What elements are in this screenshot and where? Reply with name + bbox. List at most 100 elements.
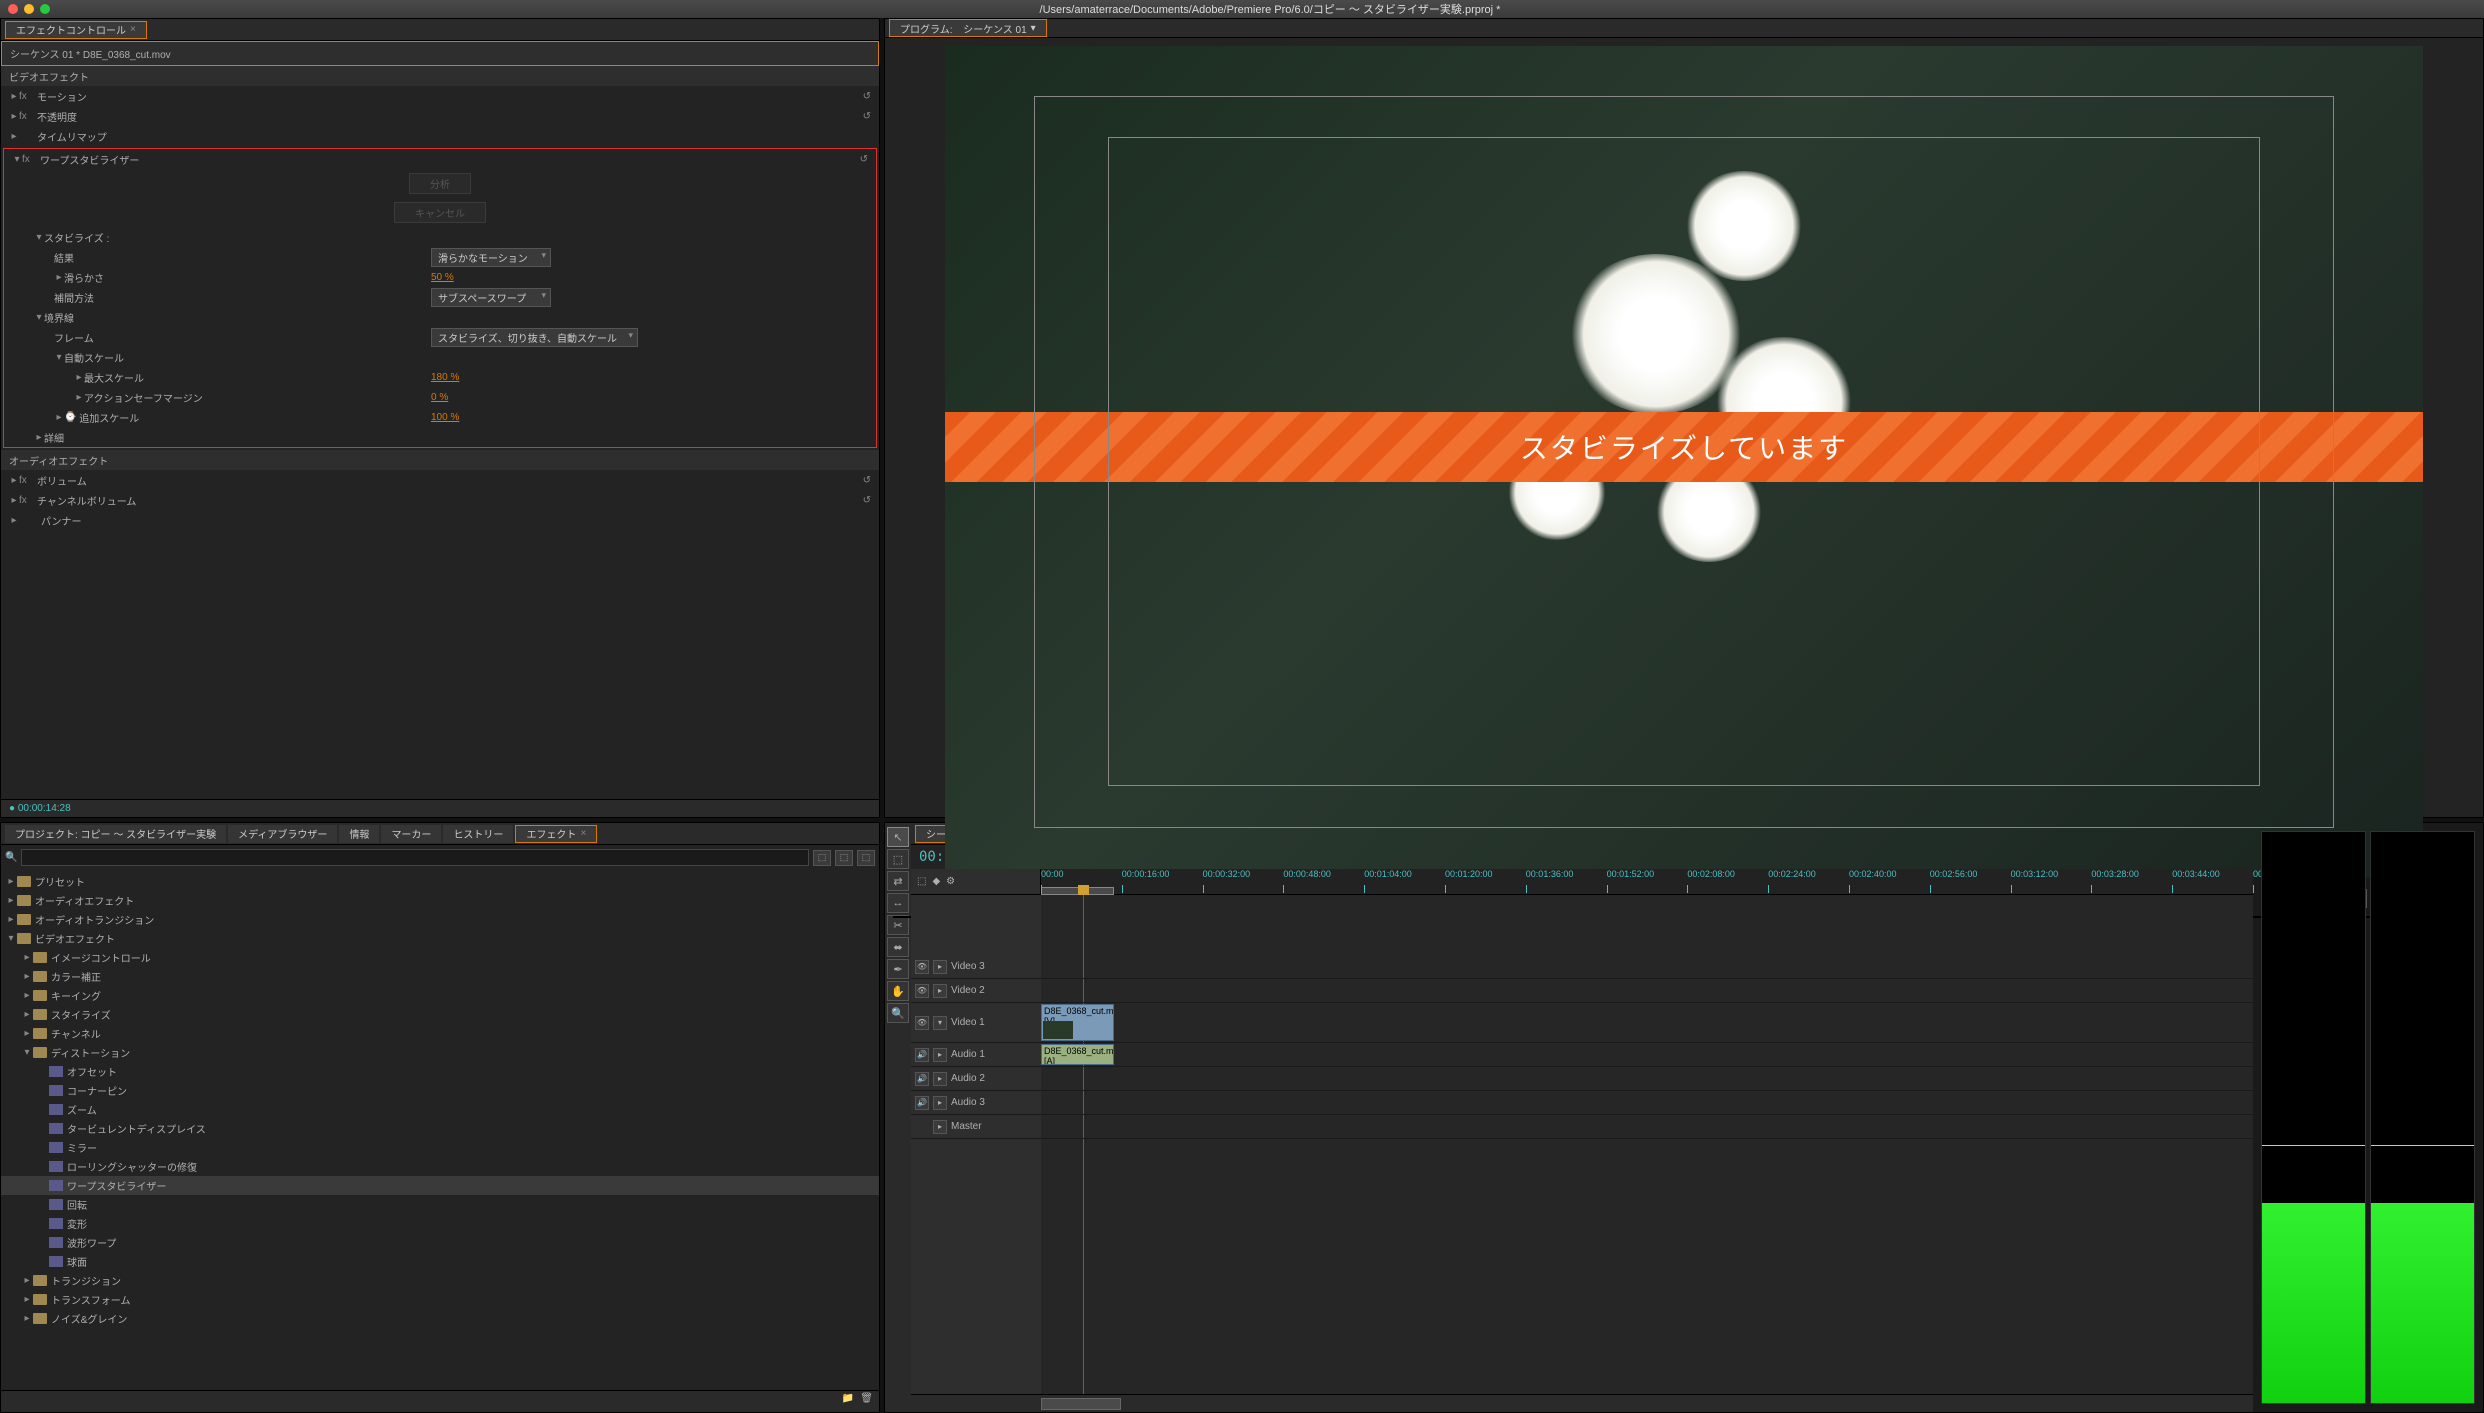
speaker-icon[interactable]: 🔊	[915, 1048, 929, 1062]
track-head-v3[interactable]: 👁▸Video 3	[911, 955, 1041, 979]
lane-a3[interactable]	[1041, 1091, 2253, 1115]
video-clip[interactable]: D8E_0368_cut.mov [V]	[1041, 1004, 1114, 1041]
track-head-a1[interactable]: 🔊▸Audio 1	[911, 1043, 1041, 1067]
track-head-a2[interactable]: 🔊▸Audio 2	[911, 1067, 1041, 1091]
result-dropdown[interactable]: 滑らかなモーション	[431, 248, 551, 267]
tree-item[interactable]: ▸ノイズ&グレイン	[1, 1309, 879, 1328]
addscale-value[interactable]: 100 %	[431, 412, 459, 423]
lane-a1[interactable]: D8E_0368_cut.mov [A]	[1041, 1043, 2253, 1067]
tree-item[interactable]: ワープスタビライザー	[1, 1176, 879, 1195]
frame-dropdown[interactable]: スタビライズ、切り抜き、自動スケール	[431, 328, 638, 347]
timeline-zoom-scrollbar[interactable]	[1041, 1398, 1121, 1410]
zoom-window-button[interactable]	[40, 4, 50, 14]
method-dropdown[interactable]: サブスペースワープ	[431, 288, 551, 307]
safemargin-value[interactable]: 0 %	[431, 392, 448, 403]
lane-master[interactable]	[1041, 1115, 2253, 1139]
fx-badge-1-icon[interactable]: ⬚	[813, 850, 831, 866]
timeline-content[interactable]: D8E_0368_cut.mov [V] D8E_0368_cut.mov [A…	[1041, 895, 2253, 1394]
tab-0[interactable]: プロジェクト: コピー 〜 スタビライザー実験	[5, 825, 226, 843]
pen-tool[interactable]: ✒	[887, 959, 909, 979]
tree-item[interactable]: ▸キーイング	[1, 986, 879, 1005]
tree-item[interactable]: ▸トランジション	[1, 1271, 879, 1290]
tab-3[interactable]: マーカー	[381, 825, 441, 843]
tab-program[interactable]: プログラム: シーケンス 01 ▾	[889, 19, 1047, 37]
cancel-button[interactable]: キャンセル	[394, 202, 486, 223]
hand-tool[interactable]: ✋	[887, 981, 909, 1001]
tree-item[interactable]: ▸カラー補正	[1, 967, 879, 986]
tree-item[interactable]: ▸オーディオトランジション	[1, 910, 879, 929]
settings-icon[interactable]: ⚙	[946, 876, 955, 887]
tree-item[interactable]: 変形	[1, 1214, 879, 1233]
panner-effect[interactable]: ▸パンナー	[1, 510, 879, 530]
tab-effect-controls[interactable]: エフェクトコントロール×	[5, 21, 147, 39]
tree-item[interactable]: ローリングシャッターの修復	[1, 1157, 879, 1176]
audio-clip[interactable]: D8E_0368_cut.mov [A]	[1041, 1044, 1114, 1065]
tree-item[interactable]: ▸イメージコントロール	[1, 948, 879, 967]
lane-v3[interactable]	[1041, 955, 2253, 979]
track-head-master[interactable]: ▸Master	[911, 1115, 1041, 1139]
tab-5[interactable]: エフェクト ×	[515, 825, 597, 843]
tree-item[interactable]: ▸オーディオエフェクト	[1, 891, 879, 910]
maxscale-value[interactable]: 180 %	[431, 372, 459, 383]
effects-search-input[interactable]	[21, 849, 809, 866]
detail-section[interactable]: ▸詳細	[4, 427, 876, 447]
eye-icon[interactable]: 👁	[915, 1016, 929, 1030]
tab-4[interactable]: ヒストリー	[443, 825, 513, 843]
tree-item[interactable]: ズーム	[1, 1100, 879, 1119]
tree-item[interactable]: タービュレントディスプレイス	[1, 1119, 879, 1138]
track-select-tool[interactable]: ⬚	[887, 849, 909, 869]
warp-stabilizer-effect[interactable]: ▾fxワープスタビライザー↺	[4, 149, 876, 169]
fx-badge-2-icon[interactable]: ⬚	[835, 850, 853, 866]
minimize-window-button[interactable]	[24, 4, 34, 14]
new-bin-icon[interactable]: 📁	[842, 1393, 854, 1410]
tree-item[interactable]: コーナーピン	[1, 1081, 879, 1100]
track-head-v2[interactable]: 👁▸Video 2	[911, 979, 1041, 1003]
reset-icon[interactable]: ↺	[863, 495, 871, 506]
reset-icon[interactable]: ↺	[863, 111, 871, 122]
tree-item[interactable]: オフセット	[1, 1062, 879, 1081]
reset-icon[interactable]: ↺	[860, 154, 868, 165]
program-monitor-view[interactable]: スタビライズしています	[945, 46, 2423, 877]
ec-timecode[interactable]: ● 00:00:14:28	[1, 799, 879, 817]
autoscale-section[interactable]: ▾自動スケール	[4, 347, 876, 367]
eye-icon[interactable]: 👁	[915, 984, 929, 998]
tree-item[interactable]: ▸プリセット	[1, 872, 879, 891]
tree-item[interactable]: ▸トランスフォーム	[1, 1290, 879, 1309]
tree-item[interactable]: ▸スタイライズ	[1, 1005, 879, 1024]
marker-icon[interactable]: ◆	[932, 876, 940, 887]
reset-icon[interactable]: ↺	[863, 475, 871, 486]
tree-item[interactable]: ミラー	[1, 1138, 879, 1157]
eye-icon[interactable]: 👁	[915, 960, 929, 974]
opacity-effect[interactable]: ▸fx不透明度↺	[1, 106, 879, 126]
tree-item[interactable]: 回転	[1, 1195, 879, 1214]
speaker-icon[interactable]: 🔊	[915, 1096, 929, 1110]
tab-2[interactable]: 情報	[339, 825, 379, 843]
stabilize-section[interactable]: ▾スタビライズ :	[4, 227, 876, 247]
border-section[interactable]: ▾境界線	[4, 307, 876, 327]
reset-icon[interactable]: ↺	[863, 91, 871, 102]
timeremap-effect[interactable]: ▸タイムリマップ	[1, 126, 879, 146]
close-icon[interactable]: ×	[130, 24, 136, 35]
trash-icon[interactable]: 🗑	[860, 1393, 873, 1410]
motion-effect[interactable]: ▸fxモーション↺	[1, 86, 879, 106]
speaker-icon[interactable]: 🔊	[915, 1072, 929, 1086]
smoothness-value[interactable]: 50 %	[431, 272, 454, 283]
lane-v1[interactable]: D8E_0368_cut.mov [V]	[1041, 1003, 2253, 1043]
close-window-button[interactable]	[8, 4, 18, 14]
snap-icon[interactable]: ⬚	[917, 876, 926, 887]
tree-item[interactable]: ▸チャンネル	[1, 1024, 879, 1043]
lane-a2[interactable]	[1041, 1067, 2253, 1091]
slip-tool[interactable]: ⬌	[887, 937, 909, 957]
zoom-tool[interactable]: 🔍	[887, 1003, 909, 1023]
volume-effect[interactable]: ▸fxボリューム↺	[1, 470, 879, 490]
rate-stretch-tool[interactable]: ↔	[887, 893, 909, 913]
selection-tool[interactable]: ↖	[887, 827, 909, 847]
track-head-v1[interactable]: 👁▾Video 1	[911, 1003, 1041, 1043]
tree-item[interactable]: 球面	[1, 1252, 879, 1271]
tree-item[interactable]: ▾ビデオエフェクト	[1, 929, 879, 948]
tree-item[interactable]: 波形ワープ	[1, 1233, 879, 1252]
effects-tree[interactable]: ▸プリセット▸オーディオエフェクト▸オーディオトランジション▾ビデオエフェクト▸…	[1, 870, 879, 1390]
ripple-edit-tool[interactable]: ⇄	[887, 871, 909, 891]
track-head-a3[interactable]: 🔊▸Audio 3	[911, 1091, 1041, 1115]
tree-item[interactable]: ▾ディストーション	[1, 1043, 879, 1062]
